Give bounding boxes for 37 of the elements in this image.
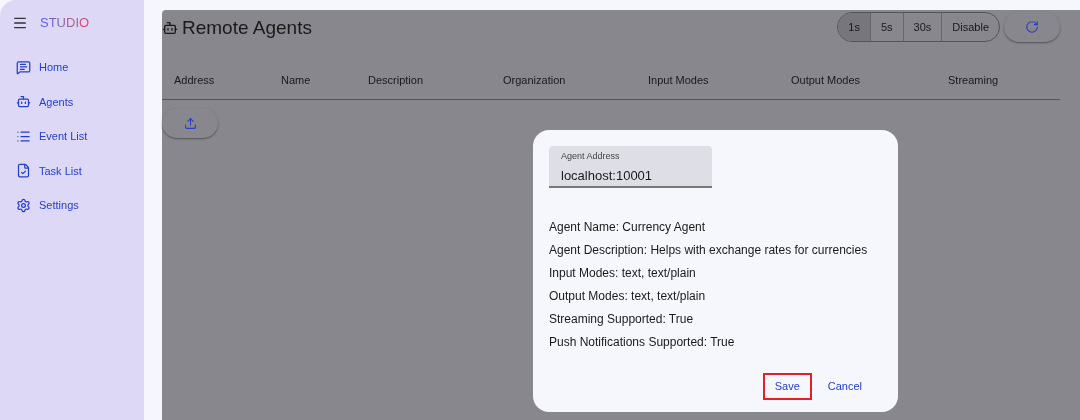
agent-detail: Agent Name: Currency Agent: [549, 219, 707, 236]
interval-option[interactable]: 1s: [838, 13, 870, 41]
agent-detail: Agent Description: Helps with exchange rates for currencies: [549, 242, 869, 259]
nav-item[interactable]: Event List: [0, 119, 144, 154]
page-title: Remote Agents: [182, 16, 312, 40]
interval-option[interactable]: Disable: [941, 13, 999, 41]
upload-icon: [183, 116, 197, 130]
interval-option[interactable]: 5s: [869, 13, 903, 41]
nav-item[interactable]: Settings: [0, 188, 144, 223]
settings-icon: [16, 197, 31, 213]
agent-detail: Push Notifications Supported: True: [549, 334, 736, 351]
message-icon: [16, 59, 31, 75]
agent-detail: Output Modes: text, text/plain: [549, 288, 707, 305]
field-value: localhost:10001: [561, 166, 654, 185]
document-check-icon: [16, 163, 31, 179]
robot-icon: [162, 20, 178, 37]
column-header: Organization: [503, 74, 566, 87]
nav-item[interactable]: Agents: [0, 84, 144, 119]
column-header: Address: [174, 74, 215, 87]
agent-address-field[interactable]: Agent Address localhost:10001: [549, 146, 712, 188]
field-label: Agent Address: [561, 150, 621, 163]
list-icon: [16, 128, 31, 144]
interval-option[interactable]: 30s: [902, 13, 942, 41]
agent-detail: Input Modes: text, text/plain: [549, 265, 697, 282]
column-header: Streaming: [948, 74, 999, 87]
menu-icon[interactable]: [12, 15, 28, 31]
nav-item[interactable]: Home: [0, 50, 144, 85]
column-header: Output Modes: [791, 74, 861, 87]
dialog-button[interactable]: Cancel: [815, 373, 874, 400]
column-header: Name: [281, 74, 311, 87]
robot-icon: [16, 94, 31, 110]
column-header: Description: [368, 74, 424, 87]
column-header: Input Modes: [648, 74, 709, 87]
dialog-button[interactable]: Save: [762, 373, 812, 400]
refresh-icon: [1025, 20, 1039, 34]
nav-item[interactable]: Task List: [0, 153, 144, 188]
agent-detail: Streaming Supported: True: [549, 311, 695, 328]
